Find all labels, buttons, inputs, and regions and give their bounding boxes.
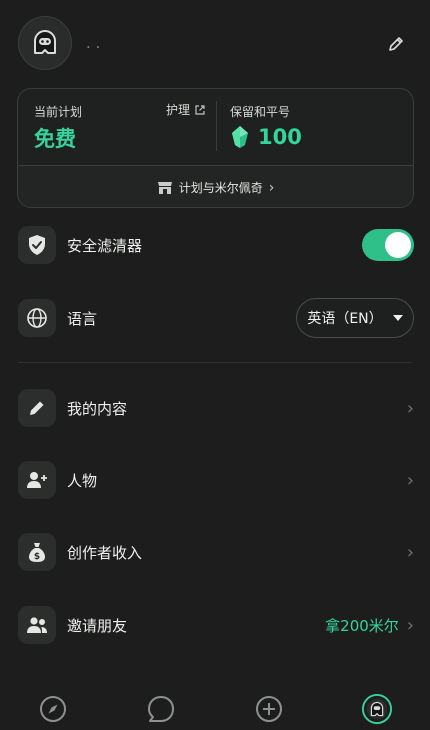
language-value: 英语（EN） [307,311,383,327]
reserve-label: 保留和平号 [230,105,291,119]
money-bag-icon-box: $ [18,533,56,571]
bottom-nav [0,682,430,730]
caret-down-icon [392,314,403,321]
globe-icon-box [18,299,56,337]
chevron-right-icon: › [406,541,414,563]
plan-divider [216,101,217,151]
avatar[interactable] [18,16,72,70]
menu-item-invite-friends[interactable]: 邀请朋友 拿200米尔 › [18,605,414,645]
plus-circle-icon [256,696,282,722]
menu-item-my-content[interactable]: 我的内容 › [18,388,414,428]
profile-avatar-icon [362,694,392,724]
nav-profile[interactable] [362,694,392,724]
nav-explore[interactable] [38,694,68,724]
shield-icon [29,235,45,255]
menu-item-label: 创作者收入 [67,543,143,562]
add-user-icon-box [18,461,56,499]
safe-filter-toggle[interactable] [362,229,414,261]
edit-profile-button[interactable] [384,32,408,56]
svg-text:$: $ [34,552,40,562]
money-bag-icon: $ [29,543,45,562]
menu-item-label: 我的内容 [67,399,128,418]
pencil-icon [389,37,403,51]
language-label: 语言 [67,309,98,328]
care-label: 护理 [166,103,191,117]
nav-create[interactable] [254,694,284,724]
chevron-right-icon: › [268,179,275,196]
current-plan-label: 当前计划 [34,105,83,119]
group-icon [27,617,47,633]
ghost-avatar-icon [34,30,56,54]
language-row: 语言 英语（EN） [18,298,414,338]
plan-summary: 当前计划 免费 护理 保留和平号 100 [18,89,413,165]
username: . . [86,34,101,52]
invite-reward: 拿200米尔 [325,616,399,635]
compass-icon [40,696,66,722]
section-divider [18,362,412,363]
reserve-balance: 100 [230,125,302,149]
globe-icon [27,308,47,328]
group-icon-box [18,606,56,644]
chevron-right-icon: › [406,397,414,419]
chevron-right-icon: › [406,469,414,491]
chat-bubble-icon [148,696,174,722]
care-link[interactable]: 护理 [166,101,206,118]
menu-item-label: 邀请朋友 [67,616,128,635]
menu-item-creator-income[interactable]: $ 创作者收入 › [18,532,414,572]
menu-item-characters[interactable]: 人物 › [18,460,414,500]
plans-link-button[interactable]: 计划与米尔佩奇 › [18,165,413,207]
pencil-icon-box [18,389,56,427]
language-select[interactable]: 英语（EN） [296,298,414,338]
toggle-knob [385,232,411,258]
menu-item-label: 人物 [67,471,98,490]
pencil-icon [30,401,44,415]
chevron-right-icon: › [406,614,414,636]
safe-filter-label: 安全滤清器 [67,236,143,255]
plans-link-label: 计划与米尔佩奇 [178,181,263,195]
safe-filter-row: 安全滤清器 [18,225,414,265]
green-gem-icon [232,126,248,148]
current-plan-value: 免费 [34,127,76,151]
reserve-value: 100 [258,125,302,149]
add-user-icon [27,472,47,488]
plan-card: 当前计划 免费 护理 保留和平号 100 计划与米尔佩奇 › [17,88,414,208]
profile-screen: . . 当前计划 免费 护理 保留和平号 100 计划与米尔佩奇 › 安全滤清器… [0,0,430,730]
shield-icon-box [18,226,56,264]
store-icon [157,181,172,194]
external-link-icon [195,104,205,115]
nav-chat[interactable] [146,694,176,724]
